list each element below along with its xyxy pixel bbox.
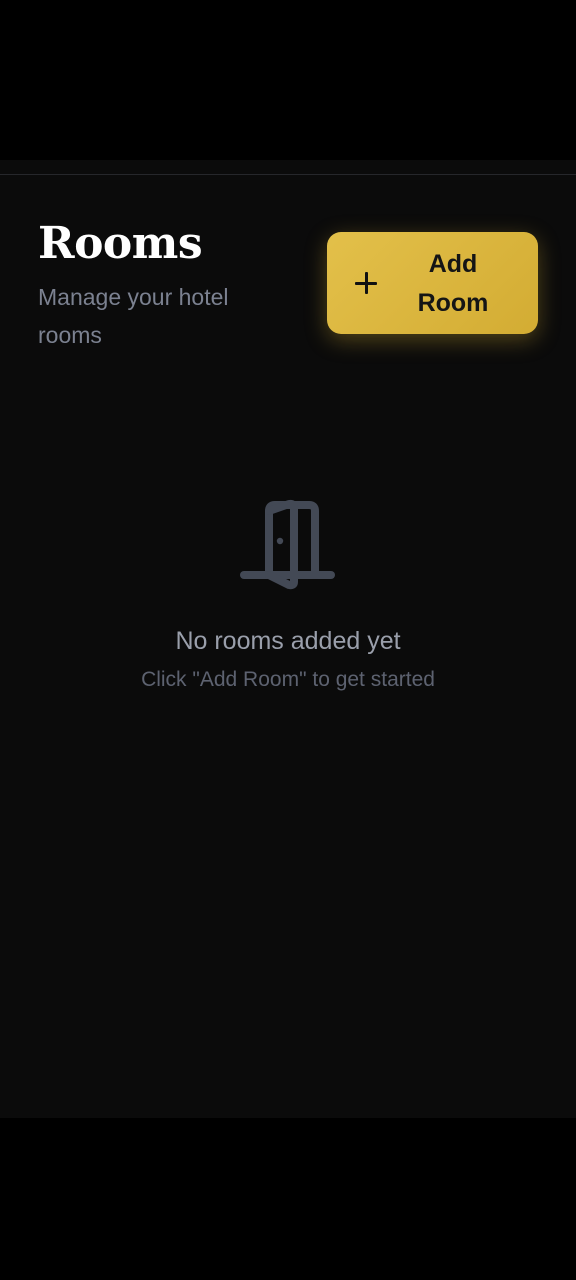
door-icon (240, 499, 335, 590)
rooms-page: Rooms Manage your hotel rooms Add Room N… (0, 160, 576, 1118)
empty-state-title: No rooms added yet (175, 627, 401, 655)
plus-icon (355, 272, 377, 294)
empty-state-hint: Click "Add Room" to get started (141, 668, 435, 691)
page-title: Rooms (38, 218, 203, 269)
add-room-button[interactable]: Add Room (327, 232, 538, 334)
header-divider (0, 174, 576, 175)
bottom-system-bar (0, 1118, 576, 1280)
page-subtitle: Manage your hotel rooms (38, 284, 229, 348)
add-room-label: Add Room (417, 250, 489, 317)
empty-state: No rooms added yet Click "Add Room" to g… (0, 495, 576, 697)
top-system-bar (0, 0, 576, 160)
